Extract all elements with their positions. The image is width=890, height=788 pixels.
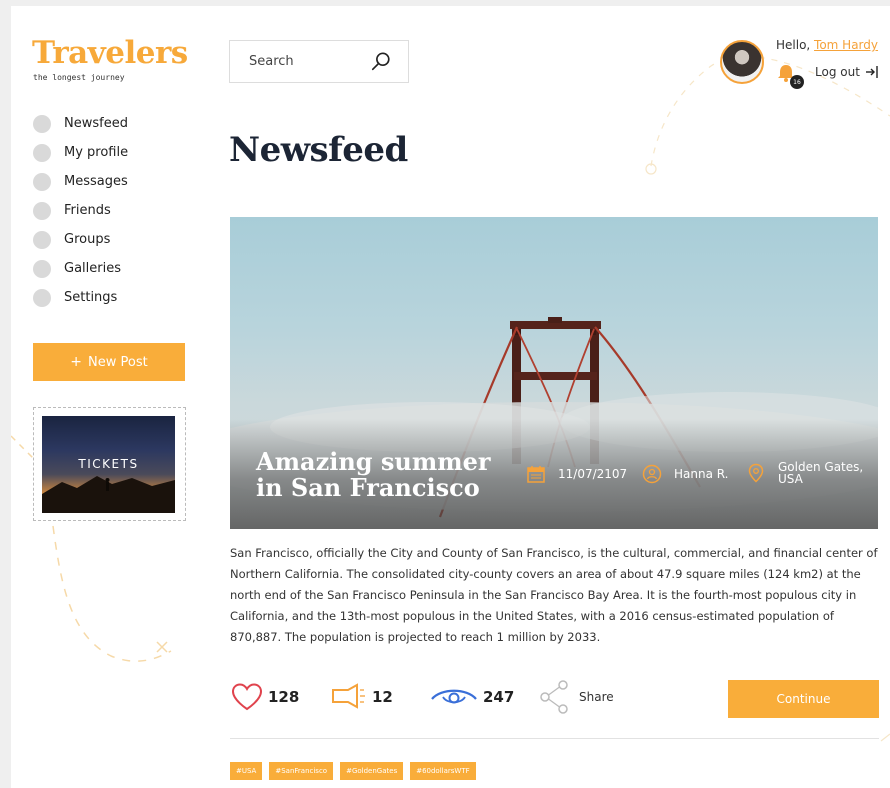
search-box (229, 40, 409, 83)
tickets-label: TICKETS (78, 457, 139, 471)
share-button[interactable]: Share (539, 680, 614, 714)
post-author-text: Hanna R. (674, 467, 729, 481)
sidebar-item-newsfeed[interactable]: Newsfeed (33, 109, 128, 138)
post-body: San Francisco, officially the City and C… (230, 546, 878, 644)
nav-dot-icon (33, 230, 51, 249)
tag-sanfrancisco[interactable]: #SanFrancisco (269, 762, 334, 780)
sidebar-item-my-profile[interactable]: My profile (33, 138, 128, 167)
heart-icon (231, 683, 263, 711)
greeting: Hello, Tom Hardy (776, 38, 878, 52)
sidebar-item-label: Newsfeed (64, 116, 128, 131)
nav-dot-icon (33, 201, 51, 220)
user-icon (642, 464, 662, 484)
logo-title[interactable]: Travelers (32, 36, 188, 70)
plus-icon: + (70, 354, 83, 370)
tag-list: #USA #SanFrancisco #GoldenGates #60dolla… (230, 762, 483, 780)
page: Travelers the longest journey Newsfeed M… (11, 6, 890, 788)
post-date-text: 11/07/2107 (558, 467, 628, 481)
logout-link[interactable]: Log out (815, 65, 879, 79)
sidebar-item-label: Messages (64, 174, 128, 189)
sidebar-item-label: My profile (64, 145, 129, 160)
sidebar-item-friends[interactable]: Friends (33, 196, 128, 225)
tag-goldengates[interactable]: #GoldenGates (340, 762, 404, 780)
post-title[interactable]: Amazing summer in San Francisco (256, 449, 496, 501)
views-stat[interactable]: 247 (429, 682, 514, 712)
tag-usa[interactable]: #USA (230, 762, 263, 780)
sidebar-item-label: Settings (64, 290, 118, 305)
nav-dot-icon (33, 143, 51, 162)
post-location: Golden Gates, USA (746, 461, 876, 485)
location-pin-icon (748, 463, 764, 483)
new-post-button[interactable]: + New Post (33, 343, 185, 381)
shouts-count: 12 (372, 688, 393, 706)
sidebar-item-label: Galleries (64, 261, 121, 276)
search-input[interactable] (249, 54, 370, 69)
nav-dot-icon (33, 114, 51, 133)
calendar-icon (527, 466, 545, 483)
sidebar-item-label: Groups (64, 232, 111, 247)
likes-count: 128 (268, 688, 300, 706)
sidebar-item-galleries[interactable]: Galleries (33, 254, 128, 283)
share-icon (540, 680, 568, 714)
tickets-image: TICKETS (42, 416, 175, 513)
tag-60dollarswtf[interactable]: #60dollarsWTF (410, 762, 476, 780)
logo-subtitle: the longest journey (33, 73, 125, 82)
continue-button[interactable]: Continue (728, 680, 879, 718)
eye-icon (431, 689, 477, 704)
new-post-label: New Post (88, 354, 148, 370)
nav-dot-icon (33, 259, 51, 278)
post-hero-image[interactable]: Amazing summer in San Francisco 11/07/21… (230, 217, 878, 529)
post-date: 11/07/2107 (526, 464, 627, 484)
divider (230, 738, 879, 739)
share-label: Share (579, 690, 614, 704)
greeting-text: Hello, (776, 38, 815, 52)
post-location-text: Golden Gates, USA (778, 460, 864, 486)
notification-badge: 16 (790, 75, 804, 89)
views-count: 247 (483, 688, 515, 706)
sidebar-nav: Newsfeed My profile Messages Friends Gro… (33, 109, 128, 312)
nav-dot-icon (33, 288, 51, 307)
page-title: Newsfeed (229, 130, 408, 170)
sidebar-item-messages[interactable]: Messages (33, 167, 128, 196)
search-icon[interactable] (370, 51, 392, 73)
logout-icon (865, 66, 878, 78)
logout-label: Log out (815, 65, 860, 79)
shouts-stat[interactable]: 12 (330, 682, 393, 712)
sidebar-item-groups[interactable]: Groups (33, 225, 128, 254)
user-name-link[interactable]: Tom Hardy (814, 38, 878, 52)
avatar[interactable] (720, 40, 764, 84)
post-author: Hanna R. (642, 464, 728, 484)
nav-dot-icon (33, 172, 51, 191)
sidebar-item-label: Friends (64, 203, 111, 218)
sidebar-item-settings[interactable]: Settings (33, 283, 128, 312)
likes-stat[interactable]: 128 (230, 682, 299, 712)
megaphone-icon (332, 683, 365, 709)
tickets-banner[interactable]: TICKETS (33, 407, 186, 521)
